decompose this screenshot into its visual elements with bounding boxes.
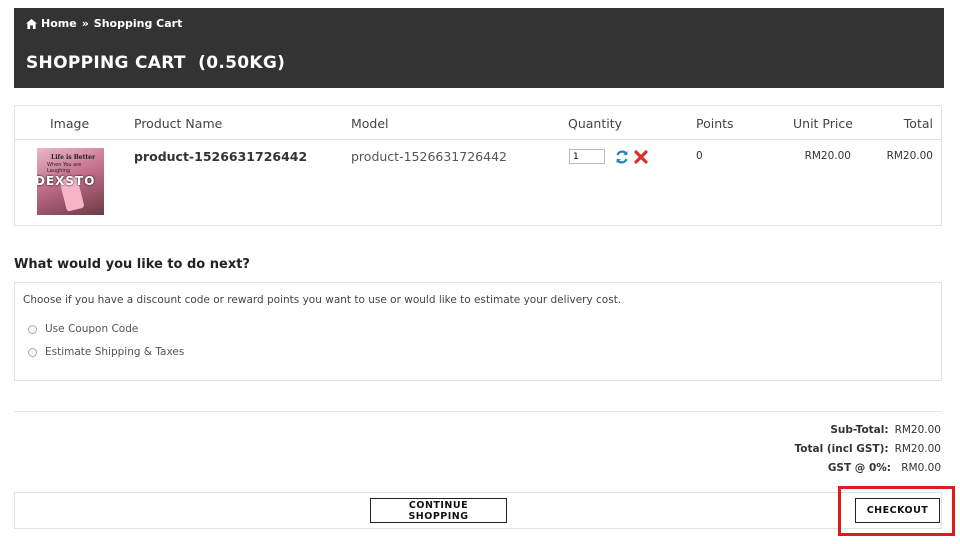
order-totals: Sub-Total: RM20.00 Total (incl GST): RM2… — [795, 420, 941, 477]
product-name-link[interactable]: product-1526631726442 — [134, 149, 307, 164]
product-total: RM20.00 — [886, 150, 933, 162]
next-steps-heading: What would you like to do next? — [14, 257, 250, 272]
cart-actions-bar: CONTINUE SHOPPING CHECKOUT — [14, 492, 942, 529]
remove-x-icon[interactable] — [634, 150, 648, 164]
column-header-model: Model — [351, 116, 389, 131]
column-header-points: Points — [696, 116, 734, 131]
column-header-unit-price: Unit Price — [793, 116, 853, 131]
continue-shopping-button[interactable]: CONTINUE SHOPPING — [370, 498, 507, 523]
home-icon — [26, 18, 37, 29]
column-header-product-name: Product Name — [134, 116, 223, 131]
use-coupon-radio[interactable] — [28, 324, 37, 334]
total-label: Total (incl GST): — [794, 442, 889, 455]
page-header: Home » Shopping Cart SHOPPING CART (0.50… — [14, 8, 944, 88]
column-header-image: Image — [50, 116, 90, 131]
estimate-shipping-radio[interactable] — [28, 347, 37, 357]
next-steps-panel: Choose if you have a discount code or re… — [14, 282, 942, 381]
breadcrumb-current[interactable]: Shopping Cart — [94, 17, 183, 30]
total-value: RM20.00 — [894, 442, 941, 455]
breadcrumb: Home » Shopping Cart — [26, 17, 182, 30]
quantity-input[interactable] — [569, 149, 605, 164]
breadcrumb-home-link[interactable]: Home — [41, 17, 77, 30]
section-divider — [14, 411, 942, 412]
page-title: SHOPPING CART (0.50KG) — [26, 53, 286, 73]
cart-table-header: Image Product Name Model Quantity Points… — [15, 106, 941, 140]
subtotal-label: Sub-Total: — [830, 423, 889, 436]
gst-label: GST @ 0%: — [827, 461, 891, 474]
checkout-highlight-box — [838, 486, 955, 536]
thumbnail-subcaption: When You are Laughing — [47, 162, 82, 174]
subtotal-value: RM20.00 — [894, 423, 941, 436]
breadcrumb-separator: » — [81, 17, 89, 30]
column-header-total: Total — [903, 116, 933, 131]
gst-row: GST @ 0%: RM0.00 — [795, 458, 941, 477]
column-header-quantity: Quantity — [568, 116, 623, 131]
product-unit-price: RM20.00 — [804, 150, 851, 162]
estimate-shipping-label: Estimate Shipping & Taxes — [45, 346, 185, 358]
product-thumbnail[interactable]: Life is Better When You are Laughing DEX… — [37, 148, 104, 215]
use-coupon-label: Use Coupon Code — [45, 323, 139, 335]
use-coupon-option[interactable]: Use Coupon Code — [28, 323, 138, 335]
product-points: 0 — [696, 150, 703, 162]
product-model: product-1526631726442 — [351, 149, 507, 164]
cart-table: Image Product Name Model Quantity Points… — [14, 105, 942, 226]
thumbnail-watermark: DEXSTO — [37, 174, 96, 188]
refresh-icon[interactable] — [615, 150, 629, 164]
subtotal-row: Sub-Total: RM20.00 — [795, 420, 941, 439]
thumbnail-caption: Life is Better — [51, 154, 96, 161]
estimate-shipping-option[interactable]: Estimate Shipping & Taxes — [28, 346, 184, 358]
total-row: Total (incl GST): RM20.00 — [795, 439, 941, 458]
next-steps-description: Choose if you have a discount code or re… — [23, 294, 622, 306]
gst-value: RM0.00 — [901, 461, 941, 474]
